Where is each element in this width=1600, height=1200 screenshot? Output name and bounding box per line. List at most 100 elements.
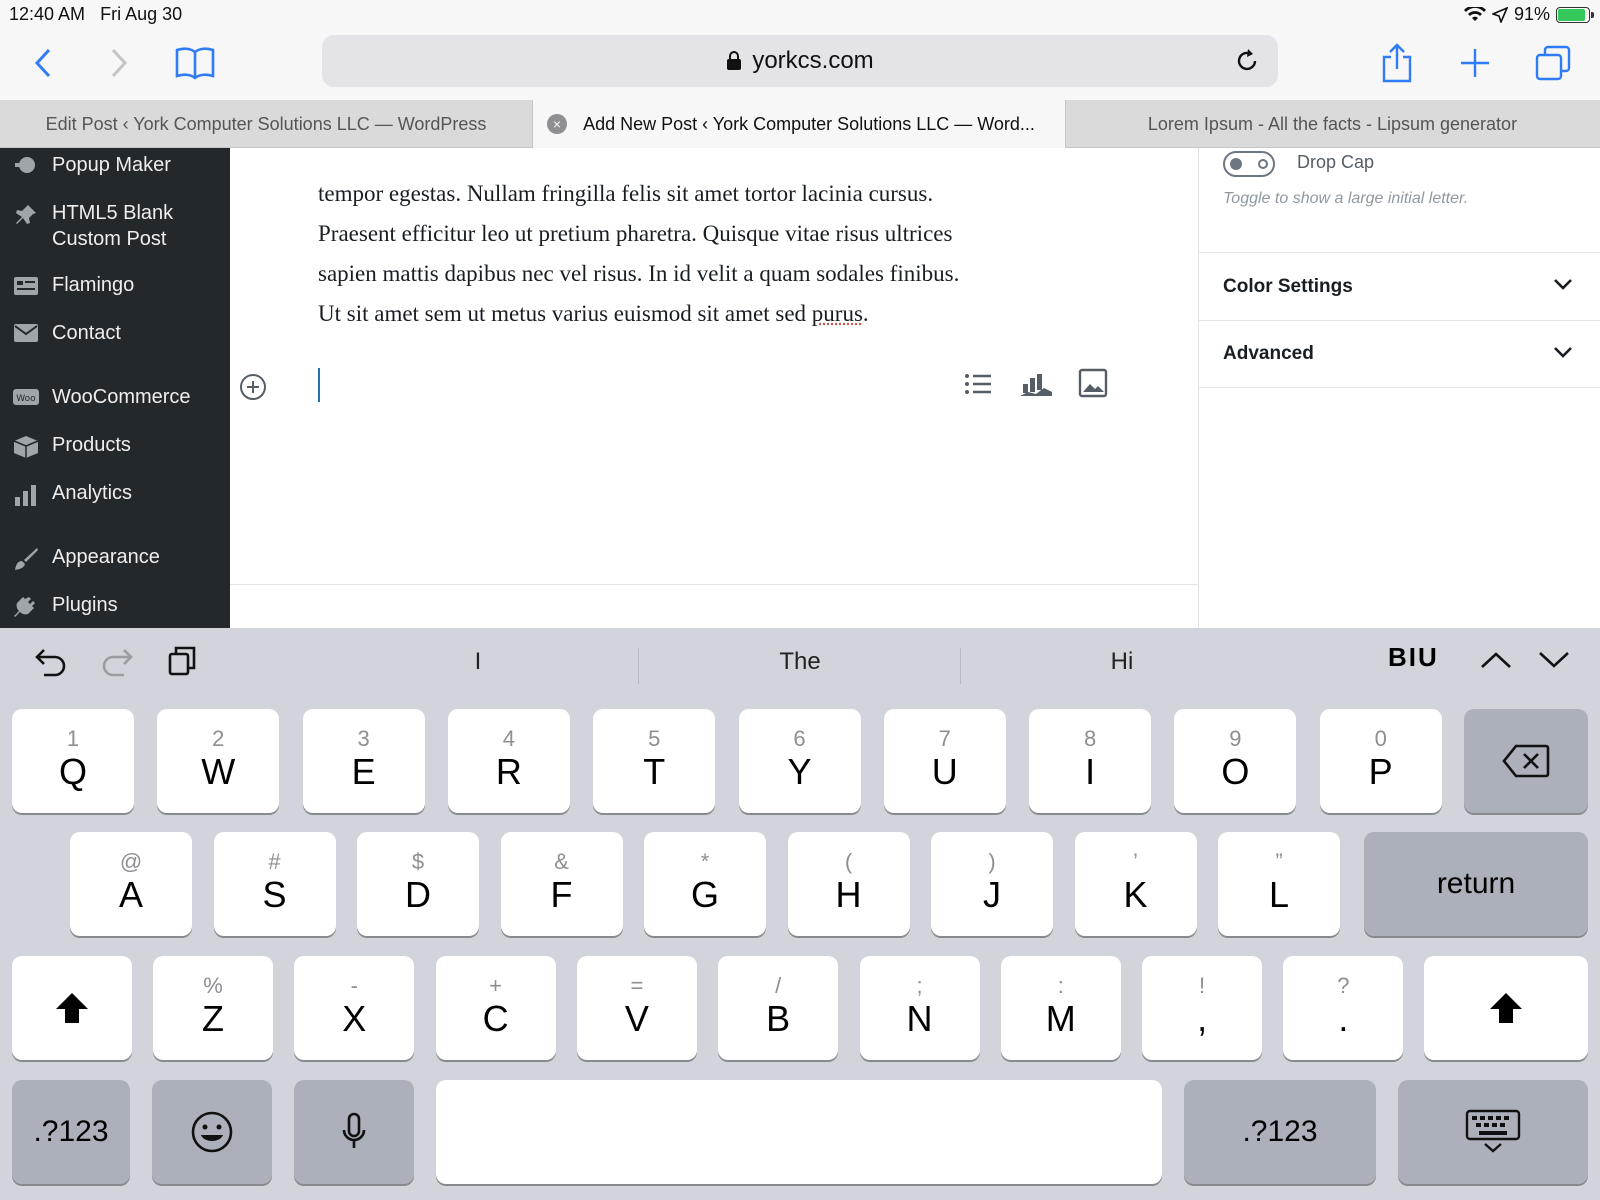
chevron-down-icon[interactable]	[1538, 650, 1570, 670]
reload-icon[interactable]	[1234, 47, 1260, 75]
tabs-icon	[1535, 45, 1571, 81]
key-comma[interactable]: !,	[1142, 956, 1263, 1060]
menu-item-products[interactable]: Products	[0, 432, 230, 459]
key-g[interactable]: * G	[644, 832, 766, 936]
block-settings-panel: Drop Cap Toggle to show a large initial …	[1198, 148, 1600, 628]
bookmarks-button[interactable]	[170, 38, 220, 88]
woo-icon: Woo	[0, 384, 52, 409]
forward-button[interactable]	[94, 38, 144, 88]
key-e[interactable]: 3E	[302, 709, 425, 813]
key-r[interactable]: 4R	[447, 709, 570, 813]
key-q[interactable]: 1Q	[12, 709, 134, 813]
key-o[interactable]: 9O	[1174, 709, 1297, 813]
key-u[interactable]: 7U	[883, 709, 1006, 813]
date: Fri Aug 30	[100, 4, 183, 24]
menu-item-flamingo[interactable]: Flamingo	[0, 272, 230, 298]
undo-icon[interactable]	[34, 644, 68, 678]
paragraph-block[interactable]: tempor egestas. Nullam fringilla felis s…	[318, 148, 1118, 334]
key-label: D	[405, 874, 431, 915]
image-icon[interactable]	[1078, 368, 1108, 398]
drop-cap-toggle[interactable]	[1223, 151, 1275, 177]
advanced-panel[interactable]: Advanced	[1199, 320, 1600, 388]
key-v[interactable]: = V	[576, 956, 697, 1060]
key-i[interactable]: 8I	[1029, 709, 1152, 813]
chart-block-icon[interactable]	[1018, 368, 1054, 400]
add-block-button[interactable]	[239, 373, 267, 406]
key-t[interactable]: 5T	[593, 709, 716, 813]
redo-icon[interactable]	[100, 644, 134, 678]
key-label: L	[1268, 874, 1290, 915]
key-p[interactable]: 0P	[1319, 709, 1442, 813]
tab-add-new-post[interactable]: × Add New Post ‹ York Computer Solutions…	[533, 100, 1066, 148]
menu-item-appearance[interactable]: Appearance	[0, 544, 230, 571]
tab-lorem-ipsum[interactable]: Lorem Ipsum - All the facts - Lipsum gen…	[1066, 100, 1599, 148]
shift-icon	[1490, 993, 1522, 1023]
space-key[interactable]	[436, 1080, 1162, 1184]
pin-icon	[0, 200, 52, 227]
text-caret	[318, 368, 320, 402]
suggestion[interactable]: I	[378, 648, 578, 676]
key-h[interactable]: (H	[787, 832, 910, 936]
backspace-key[interactable]	[1464, 709, 1588, 813]
key-secondary-label: 7	[938, 726, 951, 751]
key-n[interactable]: ; N	[859, 956, 980, 1060]
list-icon[interactable]	[962, 368, 994, 400]
address-bar[interactable]: yorkcs.com	[322, 35, 1278, 87]
tab-edit-post[interactable]: Edit Post ‹ York Computer Solutions LLC …	[0, 100, 533, 148]
key-secondary-label: &	[554, 849, 569, 874]
key-m[interactable]: :M	[1000, 956, 1121, 1060]
key-a[interactable]: @ A	[70, 832, 192, 936]
menu-label: Contact	[52, 322, 121, 344]
menu-item-woocommerce[interactable]: Woo WooCommerce	[0, 384, 230, 410]
key-x[interactable]: -X	[294, 956, 415, 1060]
key-j[interactable]: ) J	[931, 832, 1053, 936]
key-label: Z	[202, 998, 224, 1039]
paragraph-line: sapien mattis dapibus nec vel risus. In …	[318, 261, 960, 286]
format-button[interactable]: BIU	[1388, 642, 1439, 673]
color-settings-panel[interactable]: Color Settings	[1199, 252, 1600, 320]
key-l[interactable]: ” L	[1218, 832, 1340, 936]
key-label: ,	[1197, 998, 1208, 1039]
shift-left-key[interactable]	[12, 956, 132, 1060]
key-label: H	[835, 874, 862, 915]
plus-circle-icon	[240, 374, 266, 400]
key-b[interactable]: / B	[718, 956, 839, 1060]
back-button[interactable]	[18, 38, 68, 88]
key-k[interactable]: ’ K	[1074, 832, 1197, 936]
chevron-up-icon[interactable]	[1480, 650, 1512, 670]
keyboard-dismiss-icon	[1465, 1109, 1521, 1153]
key-y[interactable]: 6Y	[738, 709, 861, 813]
key-z[interactable]: % Z	[153, 956, 273, 1060]
return-key[interactable]: return	[1364, 832, 1588, 936]
dictation-key[interactable]	[294, 1080, 414, 1184]
numbers-key-left[interactable]: .?123	[12, 1080, 130, 1184]
suggestion[interactable]: The	[700, 648, 900, 676]
key-f[interactable]: & F	[500, 832, 623, 936]
close-icon[interactable]: ×	[547, 114, 567, 134]
menu-item-html5-blank[interactable]: HTML5 Blank Custom Post	[0, 200, 230, 252]
key-c[interactable]: + C	[435, 956, 556, 1060]
suggestion[interactable]: Hi	[1022, 648, 1222, 676]
text-run: Ut sit amet sem ut metus varius euismod …	[318, 301, 812, 326]
tabs-button[interactable]	[1528, 38, 1578, 88]
menu-item-analytics[interactable]: Analytics	[0, 480, 230, 507]
shift-icon	[56, 993, 88, 1023]
key-s[interactable]: # S	[213, 832, 336, 936]
emoji-key[interactable]	[152, 1080, 272, 1184]
menu-item-plugins[interactable]: Plugins	[0, 592, 230, 619]
hide-keyboard-key[interactable]	[1398, 1080, 1588, 1184]
key-w[interactable]: 2W	[157, 709, 280, 813]
paste-icon[interactable]	[168, 644, 198, 678]
key-period[interactable]: ?.	[1283, 956, 1404, 1060]
menu-label: Appearance	[52, 546, 160, 568]
new-tab-button[interactable]	[1450, 38, 1500, 88]
menu-item-popup-maker[interactable]: Popup Maker	[0, 152, 230, 178]
location-icon	[1491, 6, 1508, 23]
key-secondary-label: #	[268, 849, 281, 874]
shift-right-key[interactable]	[1424, 956, 1588, 1060]
numbers-key-right[interactable]: .?123	[1184, 1080, 1376, 1184]
menu-item-contact[interactable]: Contact	[0, 320, 230, 346]
share-button[interactable]	[1372, 38, 1422, 88]
battery-percent: 91%	[1513, 4, 1550, 24]
key-d[interactable]: $ D	[357, 832, 479, 936]
